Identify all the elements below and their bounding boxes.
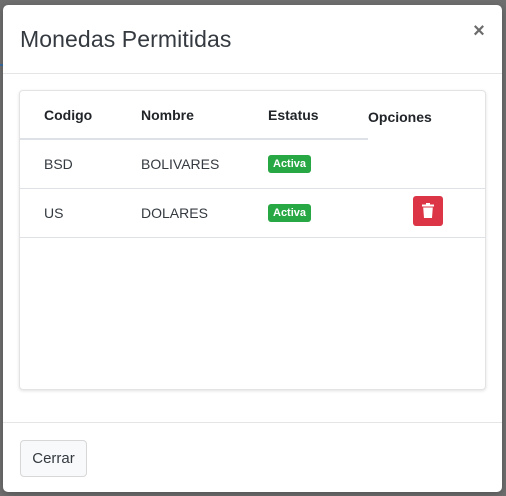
cell-estatus: Activa: [268, 188, 368, 238]
cell-nombre: DOLARES: [141, 188, 268, 238]
delete-button[interactable]: [413, 196, 443, 226]
cell-codigo: BSD: [20, 139, 141, 189]
table-header-row: Codigo Nombre Estatus Opciones: [20, 91, 486, 140]
close-icon[interactable]: ×: [471, 21, 487, 41]
cell-codigo: US: [20, 188, 141, 238]
cell-opciones: [368, 139, 486, 189]
status-badge: Activa: [268, 155, 312, 174]
header-estatus: Estatus: [268, 91, 368, 140]
cerrar-button[interactable]: Cerrar: [20, 440, 87, 477]
monedas-modal: Monedas Permitidas × Codigo Nombre Estat…: [3, 5, 502, 492]
trash-icon: [422, 203, 434, 218]
header-opciones: Opciones: [368, 109, 432, 125]
cell-opciones: [368, 188, 486, 238]
cell-estatus: Activa: [268, 139, 368, 189]
status-badge: Activa: [268, 204, 312, 222]
table-row: BSD BOLIVARES Activa: [20, 139, 486, 189]
table-row: US DOLARES Activa: [20, 188, 486, 238]
modal-title: Monedas Permitidas: [20, 26, 232, 52]
currencies-card: Codigo Nombre Estatus Opciones BSD BOLIV…: [19, 90, 486, 390]
currencies-table: Codigo Nombre Estatus Opciones BSD BOLIV…: [20, 91, 486, 238]
header-nombre: Nombre: [141, 91, 268, 140]
modal-footer: Cerrar: [3, 422, 502, 493]
header-codigo: Codigo: [20, 91, 141, 140]
cell-nombre: BOLIVARES: [141, 139, 268, 189]
modal-header: Monedas Permitidas ×: [3, 5, 502, 74]
